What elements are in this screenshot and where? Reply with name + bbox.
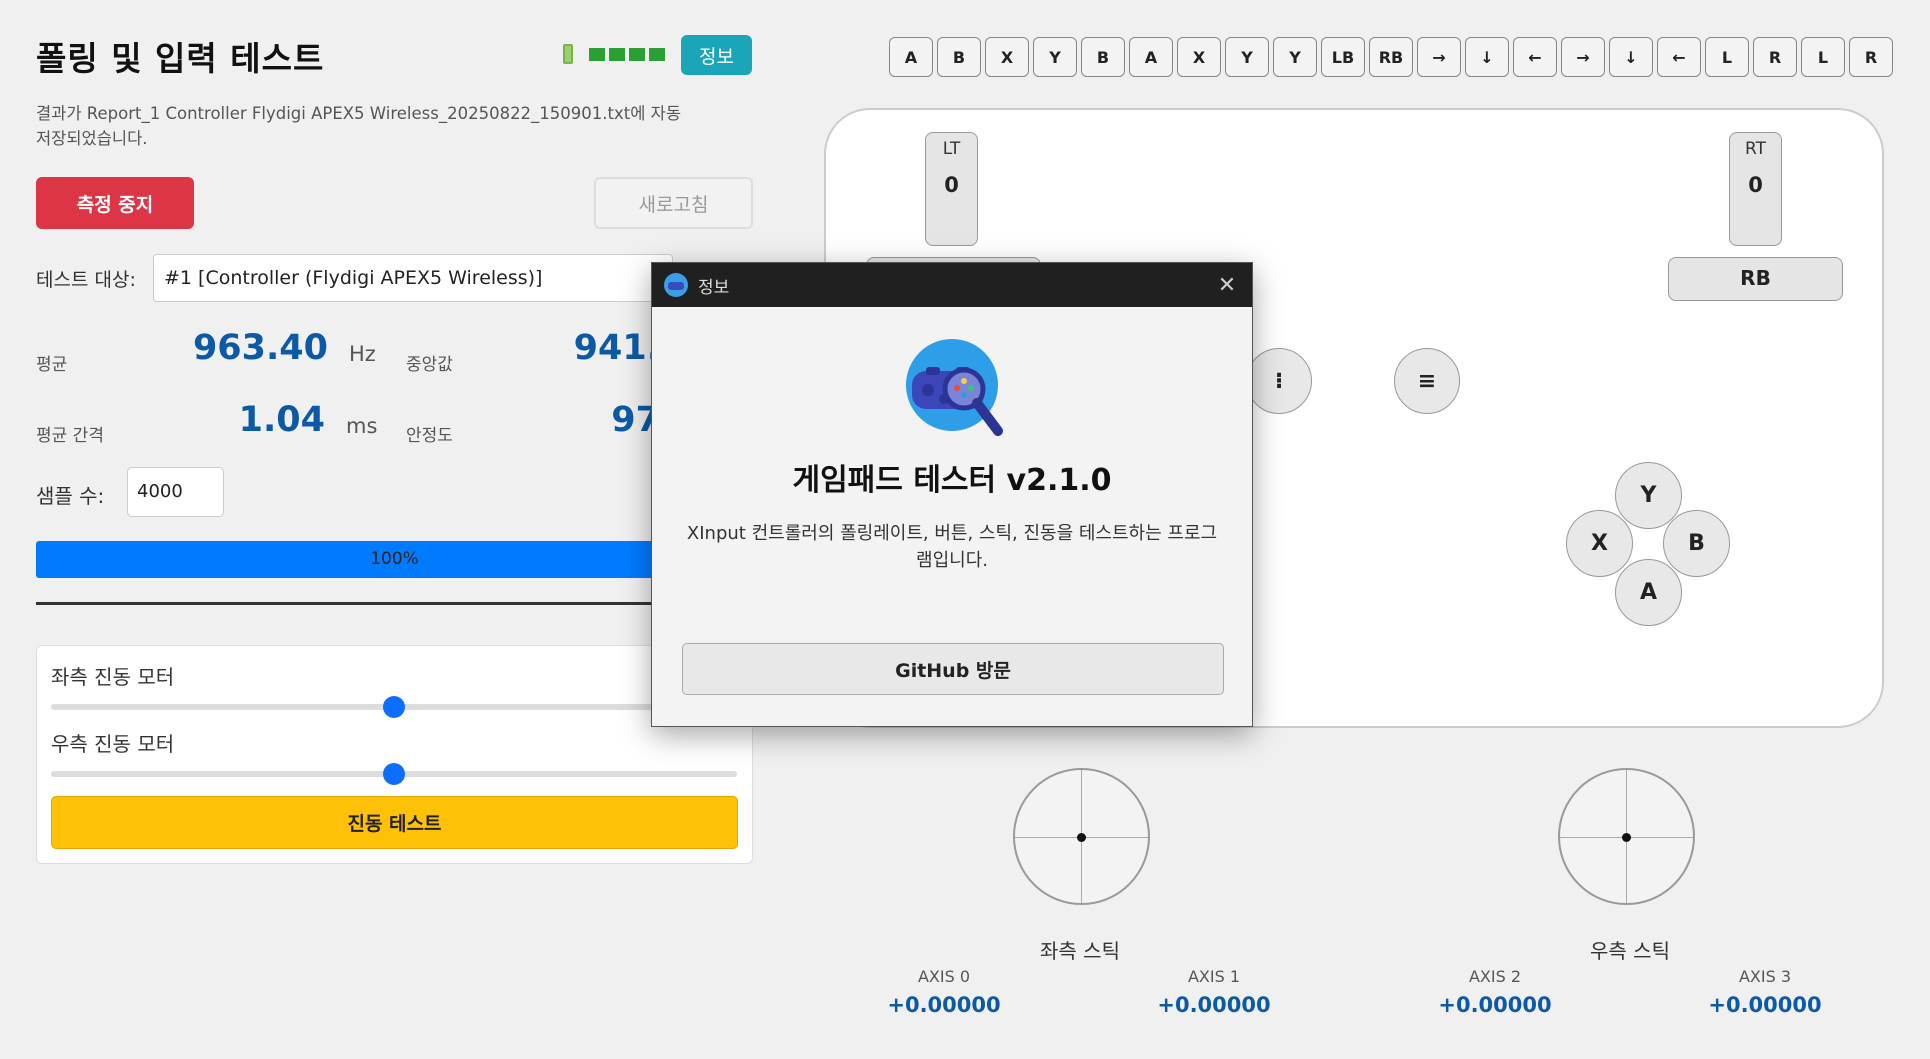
left-stick-visual (1013, 768, 1150, 905)
left-motor-label: 좌측 진동 모터 (51, 665, 175, 689)
button-state-indicator: A (1129, 37, 1173, 77)
test-target-label: 테스트 대상: (36, 269, 136, 291)
section-divider (36, 602, 753, 605)
button-state-indicator: X (985, 37, 1029, 77)
button-state-indicator: B (1081, 37, 1125, 77)
battery-indicator (563, 44, 665, 64)
button-state-indicator: A (889, 37, 933, 77)
right-motor-label: 우측 진동 모터 (51, 732, 175, 756)
dialog-title: 정보 (698, 277, 730, 298)
saved-message: 결과가 Report_1 Controller Flydigi APEX5 Wi… (36, 104, 682, 148)
button-state-indicator: ↓ (1609, 37, 1653, 77)
about-dialog: 정보 ✕ 게임패드 테스터 v2.1.0 XInput 컨트롤러의 폴링레이트,… (651, 262, 1253, 727)
dialog-titlebar: 정보 ✕ (652, 263, 1252, 307)
axis-0-label: AXIS 0 (917, 967, 971, 986)
dialog-heading: 게임패드 테스터 v2.1.0 (792, 463, 1112, 498)
right-stick-position-dot (1622, 833, 1631, 842)
battery-bar (629, 47, 645, 61)
button-state-indicator: → (1561, 37, 1605, 77)
vibration-test-button[interactable]: 진동 테스트 (51, 796, 738, 849)
button-state-bar: A B X Y B A X Y Y LB RB → ↓ ← → ↓ ← L R L R (889, 37, 1893, 77)
axis-0-value: +0.00000 (887, 993, 1001, 1017)
button-state-indicator: Y (1273, 37, 1317, 77)
avg-interval-unit: ms (346, 414, 378, 438)
lt-value: 0 (944, 173, 959, 197)
axis-3-label: AXIS 3 (1738, 967, 1792, 986)
lt-trigger: LT 0 (925, 132, 978, 246)
axis-2-label: AXIS 2 (1468, 967, 1522, 986)
right-stick-visual (1558, 768, 1695, 905)
test-target-select[interactable]: #1 [Controller (Flydigi APEX5 Wireless)] (153, 254, 673, 302)
stability-value: 97 (611, 400, 660, 440)
button-state-indicator: L (1801, 37, 1845, 77)
median-label: 중앙값 (406, 355, 453, 375)
info-button[interactable]: 정보 (681, 35, 752, 75)
avg-value: 963.40 (192, 328, 328, 368)
button-state-indicator: R (1753, 37, 1797, 77)
battery-bar (649, 47, 665, 61)
avg-interval-value: 1.04 (238, 400, 325, 440)
avg-interval-label: 평균 간격 (36, 426, 104, 446)
app-icon (664, 273, 688, 297)
button-state-indicator: ← (1513, 37, 1557, 77)
left-motor-slider-thumb[interactable] (383, 696, 405, 718)
button-state-indicator: X (1177, 37, 1221, 77)
left-motor-slider[interactable] (51, 696, 737, 718)
rt-value: 0 (1748, 173, 1763, 197)
right-stick-label: 우측 스틱 (1590, 939, 1670, 963)
face-button-x: X (1566, 510, 1633, 577)
refresh-button[interactable]: 새로고침 (594, 177, 753, 229)
axis-1-value: +0.00000 (1157, 993, 1271, 1017)
button-state-indicator: Y (1033, 37, 1077, 77)
face-button-b: B (1663, 510, 1730, 577)
battery-plug-icon (563, 44, 573, 64)
lt-label: LT (942, 139, 961, 159)
axis-3-value: +0.00000 (1708, 993, 1822, 1017)
progress-text: 100% (370, 549, 419, 569)
button-state-indicator: LB (1321, 37, 1365, 77)
dialog-description: XInput 컨트롤러의 폴링레이트, 버튼, 스틱, 진동을 테스트하는 프로… (686, 523, 1218, 571)
view-button: ⁝ (1246, 348, 1312, 414)
page-title: 폴링 및 입력 테스트 (36, 39, 325, 78)
right-motor-slider[interactable] (51, 763, 737, 785)
left-stick-label: 좌측 스틱 (1040, 939, 1120, 963)
progress-bar: 100% (36, 541, 753, 578)
button-state-indicator: Y (1225, 37, 1269, 77)
axis-2-value: +0.00000 (1438, 993, 1552, 1017)
button-state-indicator: R (1849, 37, 1893, 77)
vibration-panel: 좌측 진동 모터 우측 진동 모터 진동 테스트 (36, 645, 753, 864)
face-button-a: A (1615, 559, 1682, 626)
stop-measurement-button[interactable]: 측정 중지 (36, 177, 194, 229)
rb-bumper: RB (1668, 257, 1843, 301)
button-state-indicator: RB (1369, 37, 1413, 77)
button-state-indicator: ← (1657, 37, 1701, 77)
battery-bar (609, 47, 625, 61)
median-value: 941. (573, 328, 660, 368)
right-motor-slider-thumb[interactable] (383, 763, 405, 785)
menu-button: ≡ (1394, 348, 1460, 414)
axis-1-label: AXIS 1 (1187, 967, 1241, 986)
button-state-indicator: → (1417, 37, 1461, 77)
rt-trigger: RT 0 (1729, 132, 1782, 246)
stability-label: 안정도 (406, 426, 453, 446)
gamepad-magnifier-icon (906, 339, 1003, 436)
sample-count-input[interactable]: 4000 (127, 467, 224, 517)
rt-label: RT (1745, 139, 1766, 159)
button-state-indicator: B (937, 37, 981, 77)
github-visit-button[interactable]: GitHub 방문 (682, 643, 1224, 695)
button-state-indicator: ↓ (1465, 37, 1509, 77)
avg-unit: Hz (349, 342, 376, 366)
button-state-indicator: L (1705, 37, 1749, 77)
sample-count-label: 샘플 수: (36, 484, 105, 508)
avg-label: 평균 (36, 355, 68, 375)
battery-bar (589, 47, 605, 61)
close-icon[interactable]: ✕ (1202, 263, 1252, 307)
left-stick-position-dot (1077, 833, 1086, 842)
